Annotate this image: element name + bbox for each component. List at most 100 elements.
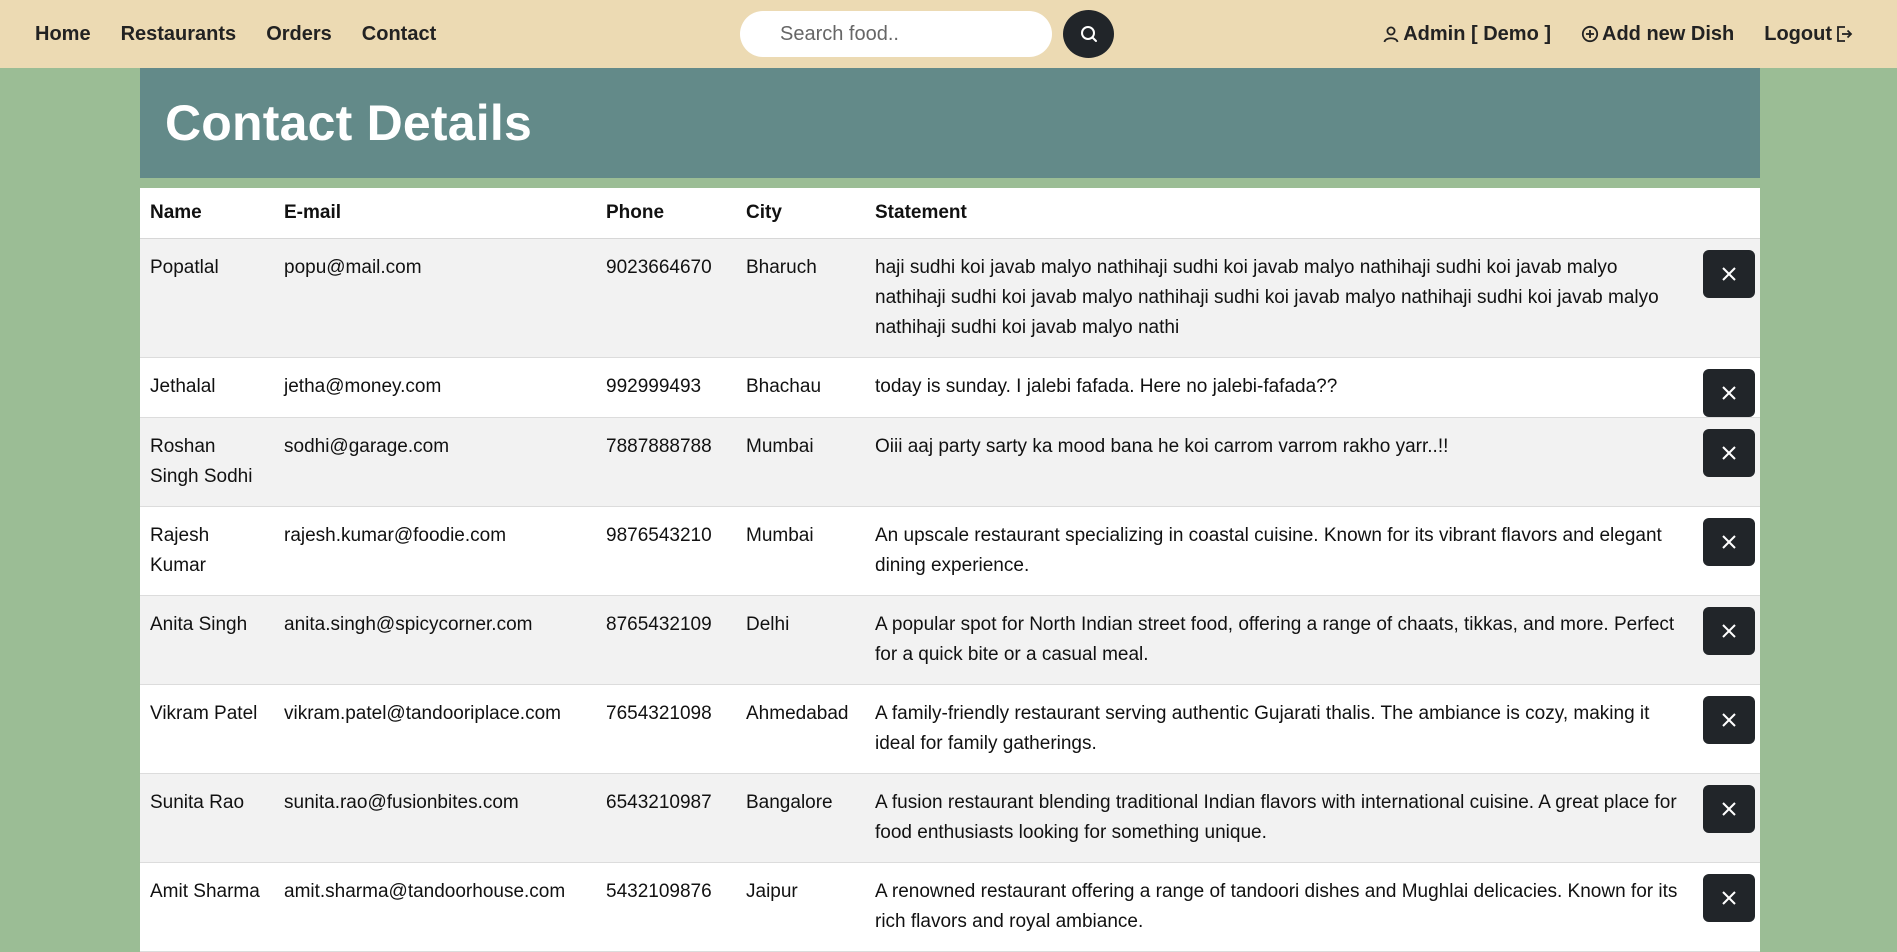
table-row: Vikram Patel vikram.patel@tandooriplace.…: [140, 684, 1760, 774]
cell-statement: A popular spot for North Indian street f…: [865, 595, 1697, 685]
column-header-phone: Phone: [596, 188, 736, 239]
cell-email: jetha@money.com: [274, 357, 596, 418]
cell-statement: A family-friendly restaurant serving aut…: [865, 684, 1697, 774]
logout-link[interactable]: Logout: [1764, 23, 1853, 46]
cell-name: Vikram Patel: [140, 684, 274, 774]
nav-account-links: Admin [ Demo ] Add new Dish Logout: [1382, 0, 1853, 68]
cell-email: amit.sharma@tandoorhouse.com: [274, 862, 596, 952]
search-bar: [740, 10, 1114, 58]
cell-phone: 6543210987: [596, 773, 736, 863]
user-icon: [1382, 25, 1400, 43]
column-header-actions: [1697, 188, 1760, 239]
table-row: Rajesh Kumar rajesh.kumar@foodie.com 987…: [140, 506, 1760, 596]
close-icon: [1721, 385, 1737, 401]
cell-name: Popatlal: [140, 238, 274, 358]
admin-profile-link[interactable]: Admin [ Demo ]: [1382, 23, 1551, 46]
search-input[interactable]: [740, 11, 1052, 57]
plus-circle-icon: [1581, 25, 1599, 43]
admin-label: Admin [ Demo ]: [1403, 22, 1552, 45]
nav-links: Home Restaurants Orders Contact: [35, 23, 436, 46]
cell-city: Bharuch: [736, 238, 865, 358]
nav-contact-link[interactable]: Contact: [362, 23, 436, 46]
cell-actions: [1697, 595, 1760, 685]
nav-restaurants-link[interactable]: Restaurants: [121, 23, 237, 46]
close-icon: [1721, 801, 1737, 817]
nav-home-link[interactable]: Home: [35, 23, 91, 46]
cell-phone: 7654321098: [596, 684, 736, 774]
cell-email: vikram.patel@tandooriplace.com: [274, 684, 596, 774]
cell-statement: Oiii aaj party sarty ka mood bana he koi…: [865, 417, 1697, 507]
add-dish-label: Add new Dish: [1602, 22, 1735, 45]
add-dish-link[interactable]: Add new Dish: [1581, 23, 1734, 46]
contact-table-container: Name E-mail Phone City Statement Popatla…: [140, 188, 1760, 952]
close-icon: [1721, 890, 1737, 906]
close-icon: [1721, 534, 1737, 550]
page-header: Contact Details: [140, 68, 1760, 178]
close-icon: [1721, 266, 1737, 282]
delete-button[interactable]: [1702, 249, 1755, 298]
cell-email: sunita.rao@fusionbites.com: [274, 773, 596, 863]
top-navbar: Home Restaurants Orders Contact Admin [ …: [0, 0, 1897, 68]
table-row: Popatlal popu@mail.com 9023664670 Bharuc…: [140, 238, 1760, 358]
cell-email: popu@mail.com: [274, 238, 596, 358]
main-content: Contact Details Name E-mail Phone City S…: [140, 68, 1760, 952]
delete-button[interactable]: [1702, 517, 1755, 566]
cell-actions: [1697, 773, 1760, 863]
cell-phone: 9023664670: [596, 238, 736, 358]
cell-phone: 5432109876: [596, 862, 736, 952]
cell-actions: [1697, 506, 1760, 596]
close-icon: [1721, 445, 1737, 461]
cell-email: anita.singh@spicycorner.com: [274, 595, 596, 685]
table-row: Sunita Rao sunita.rao@fusionbites.com 65…: [140, 773, 1760, 863]
delete-button[interactable]: [1702, 428, 1755, 477]
cell-name: Amit Sharma: [140, 862, 274, 952]
cell-actions: [1697, 862, 1760, 952]
search-button[interactable]: [1063, 10, 1114, 58]
cell-city: Bangalore: [736, 773, 865, 863]
cell-phone: 8765432109: [596, 595, 736, 685]
close-icon: [1721, 623, 1737, 639]
table-row: Jethalal jetha@money.com 992999493 Bhach…: [140, 357, 1760, 418]
contact-table: Name E-mail Phone City Statement Popatla…: [140, 188, 1760, 952]
cell-email: sodhi@garage.com: [274, 417, 596, 507]
table-header-row: Name E-mail Phone City Statement: [140, 188, 1760, 239]
table-row: Amit Sharma amit.sharma@tandoorhouse.com…: [140, 862, 1760, 952]
cell-city: Mumbai: [736, 417, 865, 507]
column-header-city: City: [736, 188, 865, 239]
cell-name: Anita Singh: [140, 595, 274, 685]
delete-button[interactable]: [1702, 873, 1755, 922]
page-title: Contact Details: [165, 95, 532, 151]
cell-statement: A renowned restaurant offering a range o…: [865, 862, 1697, 952]
cell-statement: A fusion restaurant blending traditional…: [865, 773, 1697, 863]
cell-phone: 992999493: [596, 357, 736, 418]
cell-city: Mumbai: [736, 506, 865, 596]
cell-actions: [1697, 684, 1760, 774]
delete-button[interactable]: [1702, 606, 1755, 655]
cell-city: Bhachau: [736, 357, 865, 418]
cell-city: Ahmedabad: [736, 684, 865, 774]
column-header-email: E-mail: [274, 188, 596, 239]
cell-phone: 7887888788: [596, 417, 736, 507]
cell-phone: 9876543210: [596, 506, 736, 596]
nav-orders-link[interactable]: Orders: [266, 23, 332, 46]
cell-name: Jethalal: [140, 357, 274, 418]
delete-button[interactable]: [1702, 695, 1755, 744]
cell-statement: today is sunday. I jalebi fafada. Here n…: [865, 357, 1697, 418]
cell-statement: An upscale restaurant specializing in co…: [865, 506, 1697, 596]
cell-actions: [1697, 238, 1760, 358]
cell-name: Roshan Singh Sodhi: [140, 417, 274, 507]
cell-email: rajesh.kumar@foodie.com: [274, 506, 596, 596]
cell-city: Delhi: [736, 595, 865, 685]
cell-city: Jaipur: [736, 862, 865, 952]
cell-actions: [1697, 417, 1760, 507]
cell-name: Sunita Rao: [140, 773, 274, 863]
delete-button[interactable]: [1702, 784, 1755, 833]
delete-button[interactable]: [1702, 368, 1755, 417]
logout-label: Logout: [1764, 22, 1832, 45]
search-icon: [1080, 25, 1098, 43]
cell-actions: [1697, 357, 1760, 418]
cell-statement: haji sudhi koi javab malyo nathihaji sud…: [865, 238, 1697, 358]
table-row: Roshan Singh Sodhi sodhi@garage.com 7887…: [140, 417, 1760, 507]
column-header-statement: Statement: [865, 188, 1697, 239]
table-row: Anita Singh anita.singh@spicycorner.com …: [140, 595, 1760, 685]
